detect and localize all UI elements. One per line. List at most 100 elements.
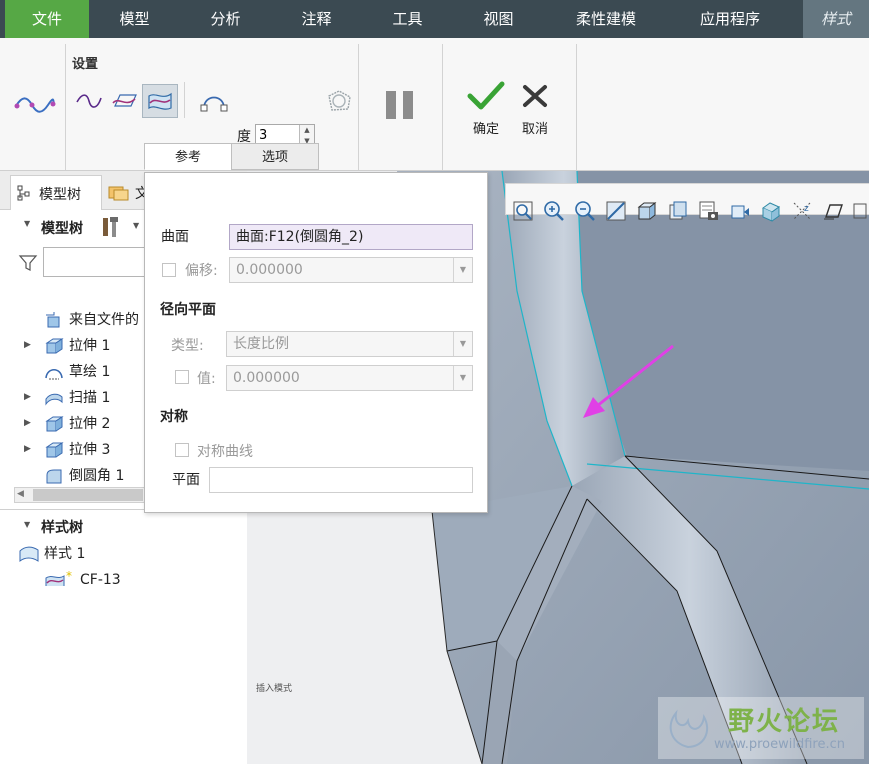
menu-flexible-modeling[interactable]: 柔性建模	[544, 0, 668, 38]
ribbon-separator	[184, 82, 185, 118]
type-select[interactable]: 长度比例 ▼	[226, 331, 473, 357]
curve-endpoints-icon[interactable]	[200, 88, 228, 112]
filter-icon[interactable]	[18, 253, 38, 273]
cancel-label: 取消	[521, 122, 548, 137]
ok-label: 确定	[472, 122, 499, 137]
style-tree-item-label: 样式 1	[44, 546, 86, 562]
symmetry-header: 对称	[160, 409, 188, 425]
new-feature-star-icon: *	[66, 569, 72, 583]
watermark-url: www.proewildfire.cn	[714, 737, 845, 752]
surface-collector[interactable]: 曲面:F12(倒圆角_2)	[229, 224, 473, 250]
tab-references[interactable]: 参考	[144, 143, 232, 170]
degree-input[interactable]	[256, 125, 297, 145]
offset-dropdown-icon[interactable]: ▼	[453, 258, 472, 282]
checkmark-icon	[467, 81, 505, 110]
svg-text:z: z	[804, 204, 809, 214]
menu-applications[interactable]: 应用程序	[668, 0, 792, 38]
tree-item-label: 拉伸 2	[69, 416, 111, 432]
tree-settings-dropdown-icon[interactable]: ▼	[133, 221, 139, 230]
extrude-icon	[45, 416, 64, 432]
value-label: 值:	[197, 371, 216, 387]
surface-label: 曲面	[161, 229, 189, 245]
ribbon-separator	[576, 44, 577, 170]
value-dropdown-icon[interactable]: ▼	[453, 366, 472, 390]
curve-on-surface-icon	[45, 575, 65, 586]
offset-input[interactable]: 0.000000 ▼	[229, 257, 473, 283]
ok-button[interactable]: 确定	[462, 80, 510, 138]
display-style-icon[interactable]	[636, 200, 658, 222]
style-tree-title: 样式树	[41, 520, 83, 536]
tab-options[interactable]: 选项	[231, 143, 319, 170]
scroll-left-arrow[interactable]: ◀	[17, 489, 24, 499]
saved-orientations-icon[interactable]	[667, 200, 689, 222]
menu-style-context[interactable]: 样式	[803, 0, 869, 38]
tree-expand-arrow[interactable]: ▶	[24, 392, 31, 402]
folder-icon	[108, 186, 129, 201]
zoom-fit-icon[interactable]	[512, 200, 534, 222]
tree-item-label: 扫描 1	[69, 390, 111, 406]
offset-label: 偏移:	[185, 263, 218, 279]
scrollbar-thumb[interactable]	[33, 489, 143, 501]
style-tree-item-label: CF-13	[80, 572, 121, 588]
tree-search-input[interactable]	[43, 247, 147, 277]
curve-on-surface-button[interactable]	[142, 84, 178, 118]
menu-analysis[interactable]: 分析	[180, 0, 271, 38]
ribbon-separator	[358, 44, 359, 170]
symmetric-curve-label: 对称曲线	[197, 444, 253, 460]
pause-button[interactable]	[386, 91, 414, 119]
symmetric-curve-checkbox[interactable]	[175, 443, 189, 457]
forum-logo-icon	[669, 709, 709, 749]
radial-plane-header: 径向平面	[160, 302, 216, 318]
settings-group-label: 设置	[72, 57, 99, 72]
value-input[interactable]: 0.000000 ▼	[226, 365, 473, 391]
zoom-in-icon[interactable]	[543, 200, 565, 222]
value-checkbox[interactable]	[175, 370, 189, 384]
tree-item-label: 拉伸 3	[69, 442, 111, 458]
view-manager-icon[interactable]	[698, 200, 720, 222]
control-polygon-icon[interactable]	[324, 88, 354, 114]
perspective-view-icon[interactable]	[729, 200, 751, 222]
extrude-icon	[45, 338, 64, 354]
menu-model[interactable]: 模型	[89, 0, 180, 38]
references-panel: 曲面 曲面:F12(倒圆角_2) 偏移: 0.000000 ▼ 径向平面 类型:…	[144, 172, 488, 513]
model-tree-tab-label: 模型树	[39, 187, 81, 203]
curve-tool-icon[interactable]	[14, 94, 56, 116]
tree-item-label: 来自文件的	[69, 312, 139, 328]
free-curve-icon[interactable]	[76, 92, 102, 112]
menu-view[interactable]: 视图	[453, 0, 544, 38]
annotation-display-icon[interactable]	[822, 200, 844, 222]
tree-expand-arrow[interactable]: ▶	[24, 444, 31, 454]
watermark-title: 野火论坛	[728, 707, 841, 737]
planar-curve-icon[interactable]	[110, 90, 138, 112]
datum-display-icon[interactable]	[760, 200, 782, 222]
tree-settings-icon[interactable]	[101, 215, 123, 239]
extrude-icon	[45, 442, 64, 458]
watermark: 野火论坛 www.proewildfire.cn	[658, 697, 864, 759]
spin-center-icon[interactable]	[852, 200, 869, 222]
tab-folder-browser[interactable]: 文	[103, 175, 149, 209]
menu-annotate[interactable]: 注释	[271, 0, 362, 38]
curve-on-surface-icon	[148, 92, 172, 110]
sweep-icon	[45, 393, 63, 406]
cancel-button[interactable]: 取消	[512, 80, 558, 138]
menu-file[interactable]: 文件	[5, 0, 89, 38]
repaint-icon[interactable]	[605, 200, 627, 222]
close-icon	[523, 85, 547, 107]
tree-item-label: 拉伸 1	[69, 338, 111, 354]
plane-collector[interactable]	[209, 467, 473, 493]
pause-icon	[386, 91, 396, 119]
insert-mode-status: 插入模式	[256, 684, 293, 694]
tree-collapse-arrow[interactable]: ▼	[24, 219, 30, 228]
degree-up-arrow[interactable]: ▲	[299, 125, 314, 136]
menu-tools[interactable]: 工具	[362, 0, 453, 38]
offset-checkbox[interactable]	[162, 263, 176, 277]
tree-expand-arrow[interactable]: ▶	[24, 340, 31, 350]
view-toolbar: z	[505, 183, 869, 222]
tab-model-tree[interactable]: 模型树	[10, 175, 102, 210]
tree-item-label: 草绘 1	[69, 364, 111, 380]
style-tree-collapse-arrow[interactable]: ▼	[24, 520, 30, 529]
tree-expand-arrow[interactable]: ▶	[24, 418, 31, 428]
point-display-icon[interactable]: z	[791, 200, 813, 222]
type-dropdown-icon[interactable]: ▼	[453, 332, 472, 356]
zoom-out-icon[interactable]	[574, 200, 596, 222]
